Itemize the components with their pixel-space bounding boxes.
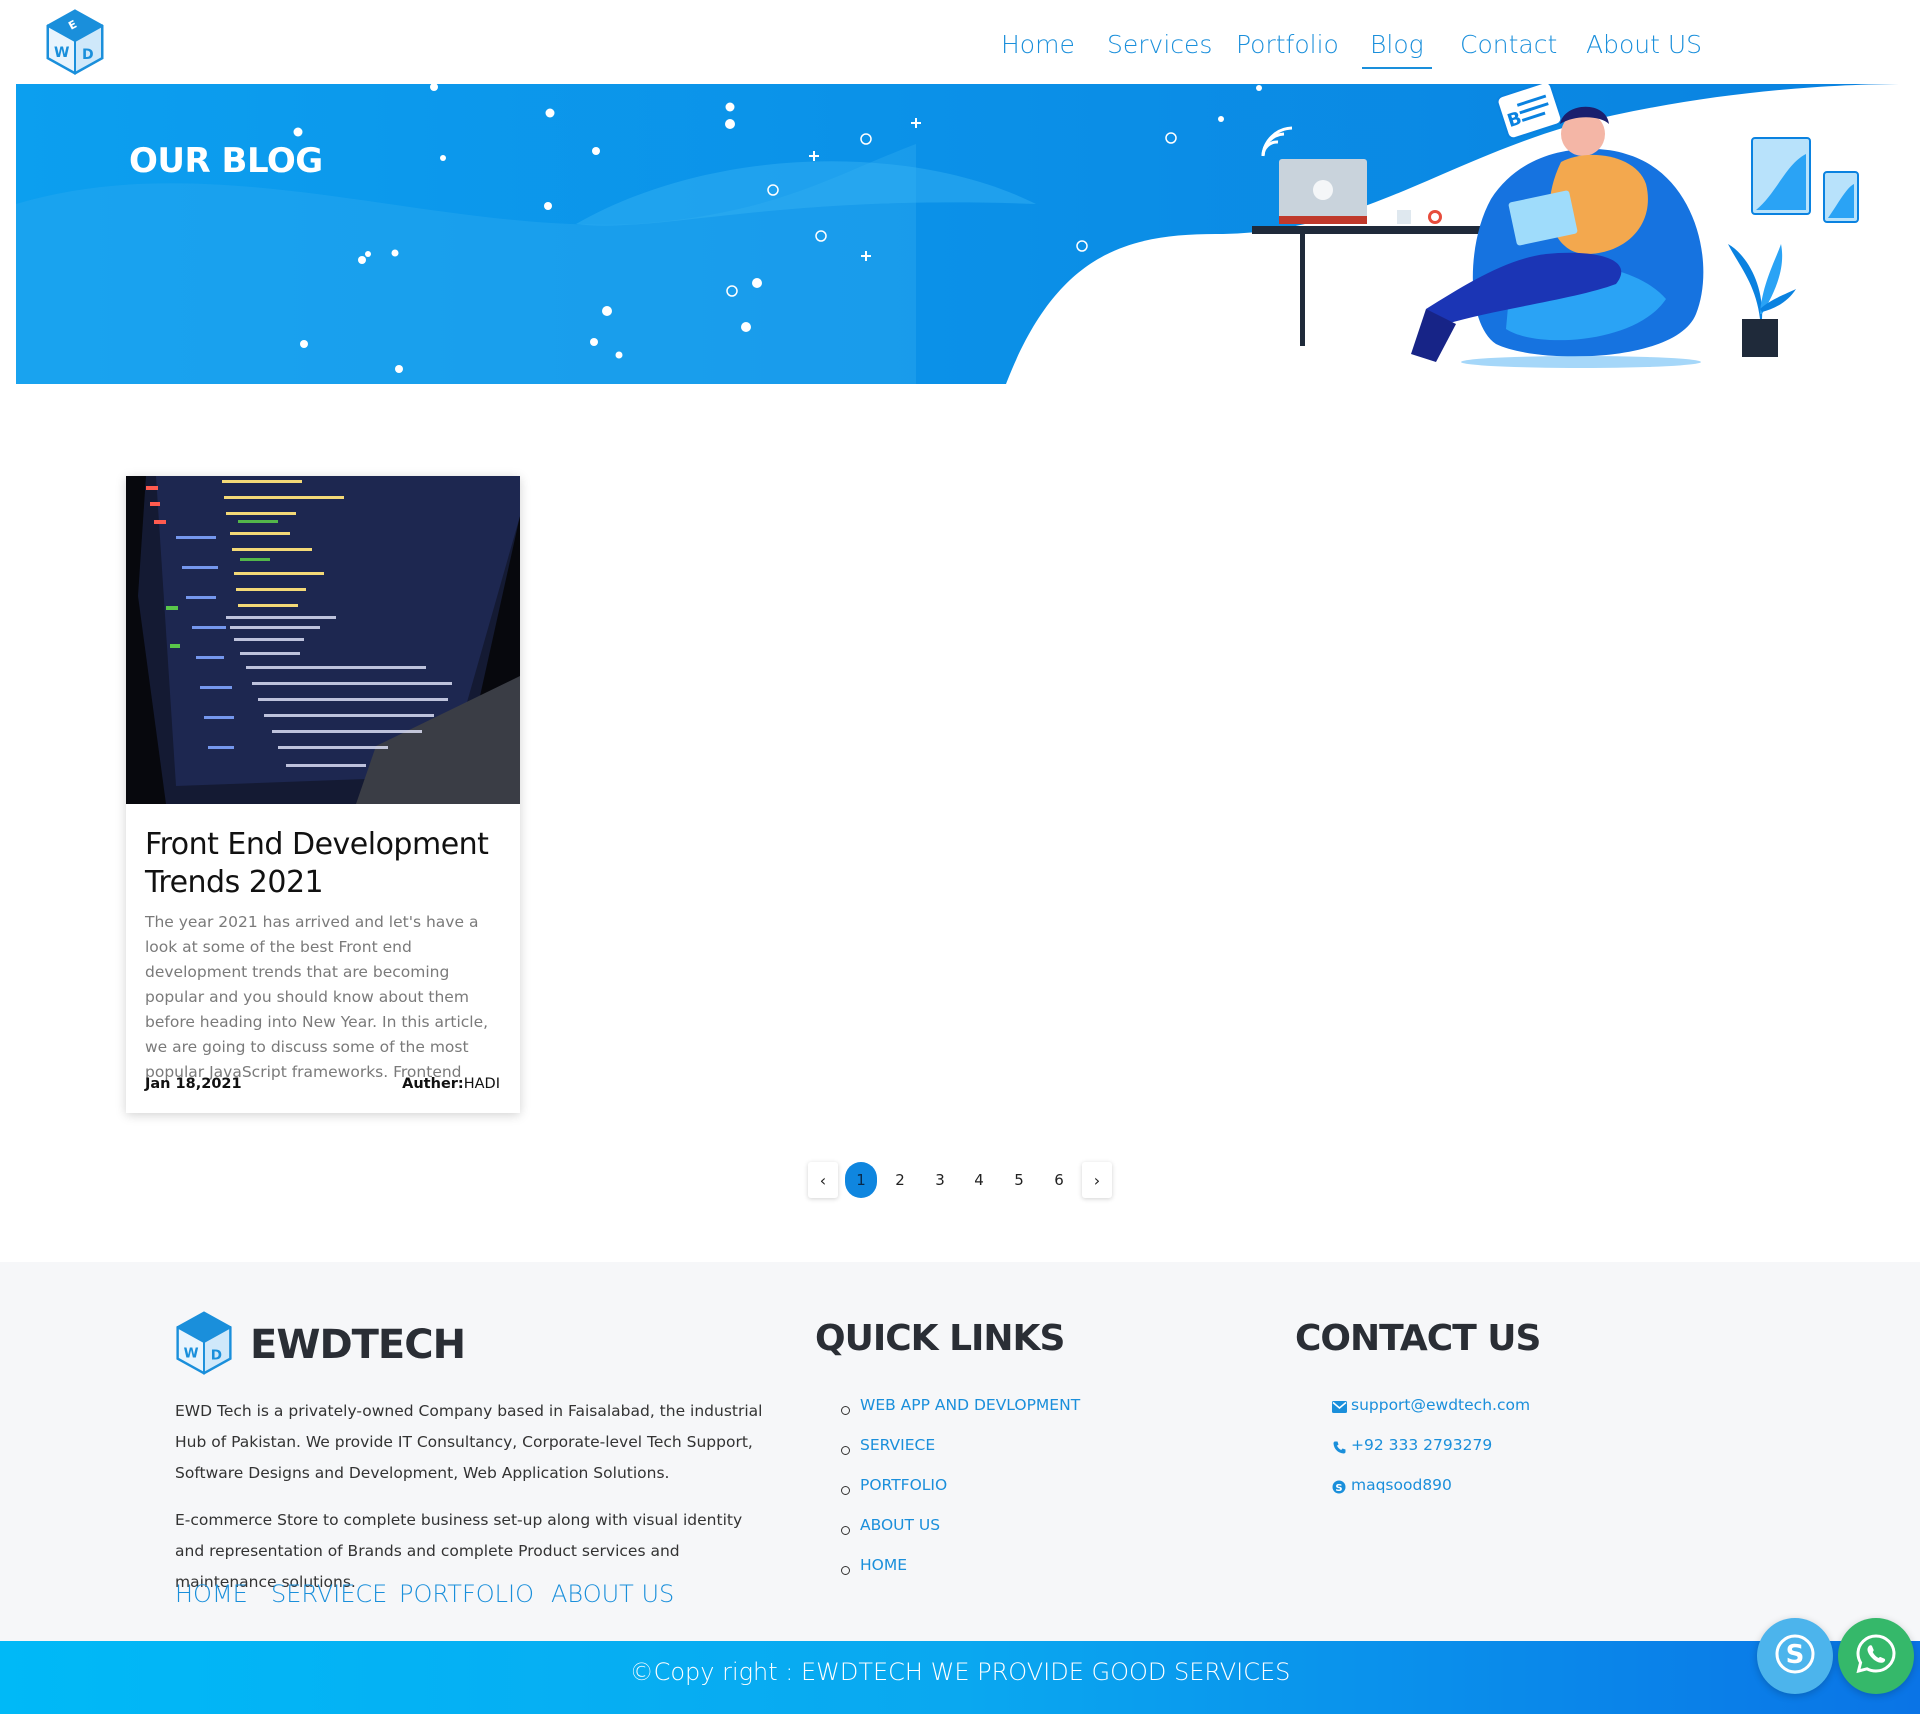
page-button-6[interactable]: 6	[1044, 1162, 1074, 1198]
nav-services[interactable]: Services	[1107, 30, 1212, 59]
contact-email-text[interactable]: support@ewdtech.com	[1351, 1396, 1530, 1414]
nav-contact[interactable]: Contact	[1460, 30, 1557, 59]
contact-skype[interactable]: S maqsood890	[1331, 1476, 1530, 1516]
contact-phone-text[interactable]: +92 333 2793279	[1351, 1436, 1492, 1454]
footer-brand: EWDTECH	[250, 1322, 466, 1368]
author-label: Auther:	[402, 1076, 464, 1092]
page-button-4[interactable]: 4	[964, 1162, 994, 1198]
svg-text:D: D	[211, 1347, 222, 1363]
nav-blog[interactable]: Blog	[1362, 30, 1432, 69]
main-nav: Home Services Portfolio Blog Contact Abo…	[0, 30, 1920, 76]
quick-link-portfolio[interactable]: PORTFOLIO	[860, 1476, 947, 1494]
phone-icon	[1331, 1438, 1347, 1456]
contact-email[interactable]: support@ewdtech.com	[1331, 1396, 1530, 1436]
contact-phone[interactable]: +92 333 2793279	[1331, 1436, 1530, 1476]
quick-link-serviece[interactable]: SERVIECE	[860, 1436, 935, 1454]
quick-links-heading: QUICK LINKS	[815, 1318, 1065, 1359]
svg-text:S: S	[1786, 1640, 1805, 1670]
copyright-text: ©Copy right : EWDTECH WE PROVIDE GOOD SE…	[629, 1658, 1291, 1686]
envelope-icon	[1331, 1398, 1347, 1416]
copyright-bar: ©Copy right : EWDTECH WE PROVIDE GOOD SE…	[0, 1641, 1920, 1714]
quick-link-home[interactable]: HOME	[860, 1556, 907, 1574]
footer-link-home[interactable]: HOME	[175, 1580, 248, 1608]
contact-us-heading: CONTACT US	[1295, 1318, 1541, 1359]
quick-link-web-app[interactable]: WEB APP AND DEVLOPMENT	[860, 1396, 1080, 1414]
quick-link-about-us[interactable]: ABOUT US	[860, 1516, 940, 1534]
skype-icon: S	[1331, 1478, 1347, 1496]
author-name: HADI	[463, 1076, 500, 1092]
blog-card[interactable]: Front End Development Trends 2021 The ye…	[126, 476, 520, 1113]
page-title: OUR BLOG	[129, 141, 323, 181]
hero-banner: B OUR BLOG	[16, 84, 1906, 384]
nav-about-us[interactable]: About US	[1586, 30, 1702, 59]
pagination-next-button[interactable]: ›	[1082, 1162, 1112, 1198]
footer-link-portfolio[interactable]: PORTFOLIO	[399, 1580, 534, 1608]
post-date: Jan 18,2021	[145, 1076, 242, 1092]
footer-link-about-us[interactable]: ABOUT US	[551, 1580, 674, 1608]
hero-illustration: B	[16, 84, 1906, 384]
pagination-prev-button[interactable]: ‹	[808, 1162, 838, 1198]
footer-about-paragraph-1: EWD Tech is a privately-owned Company ba…	[175, 1402, 763, 1482]
site-header: E W D Home Services Portfolio Blog Conta…	[0, 0, 1920, 84]
nav-home[interactable]: Home	[1001, 30, 1075, 59]
post-title[interactable]: Front End Development Trends 2021	[145, 826, 505, 902]
pagination: ‹ 1 2 3 4 5 6 ›	[0, 1162, 1920, 1198]
contact-list: support@ewdtech.com +92 333 2793279 S ma…	[1331, 1396, 1530, 1516]
svg-text:W: W	[184, 1346, 199, 1362]
skype-float-button[interactable]: S	[1757, 1618, 1833, 1694]
whatsapp-float-button[interactable]	[1838, 1618, 1914, 1694]
code-screen-photo[interactable]	[126, 476, 520, 804]
footer-logo[interactable]: W D	[174, 1310, 234, 1376]
skype-icon: S	[1773, 1632, 1817, 1680]
post-excerpt: The year 2021 has arrived and let's have…	[145, 913, 489, 1081]
post-author: Auther:HADI	[402, 1076, 500, 1092]
page-button-5[interactable]: 5	[1004, 1162, 1034, 1198]
page-button-2[interactable]: 2	[885, 1162, 915, 1198]
contact-skype-text[interactable]: maqsood890	[1351, 1476, 1452, 1494]
svg-text:S: S	[1335, 1483, 1342, 1494]
nav-portfolio[interactable]: Portfolio	[1236, 30, 1339, 59]
site-footer: W D EWDTECH EWD Tech is a privately-owne…	[0, 1262, 1920, 1641]
whatsapp-icon	[1853, 1631, 1899, 1681]
footer-link-serviece[interactable]: SERVIECE	[271, 1580, 387, 1608]
page-button-3[interactable]: 3	[925, 1162, 955, 1198]
page-button-1[interactable]: 1	[845, 1162, 877, 1198]
